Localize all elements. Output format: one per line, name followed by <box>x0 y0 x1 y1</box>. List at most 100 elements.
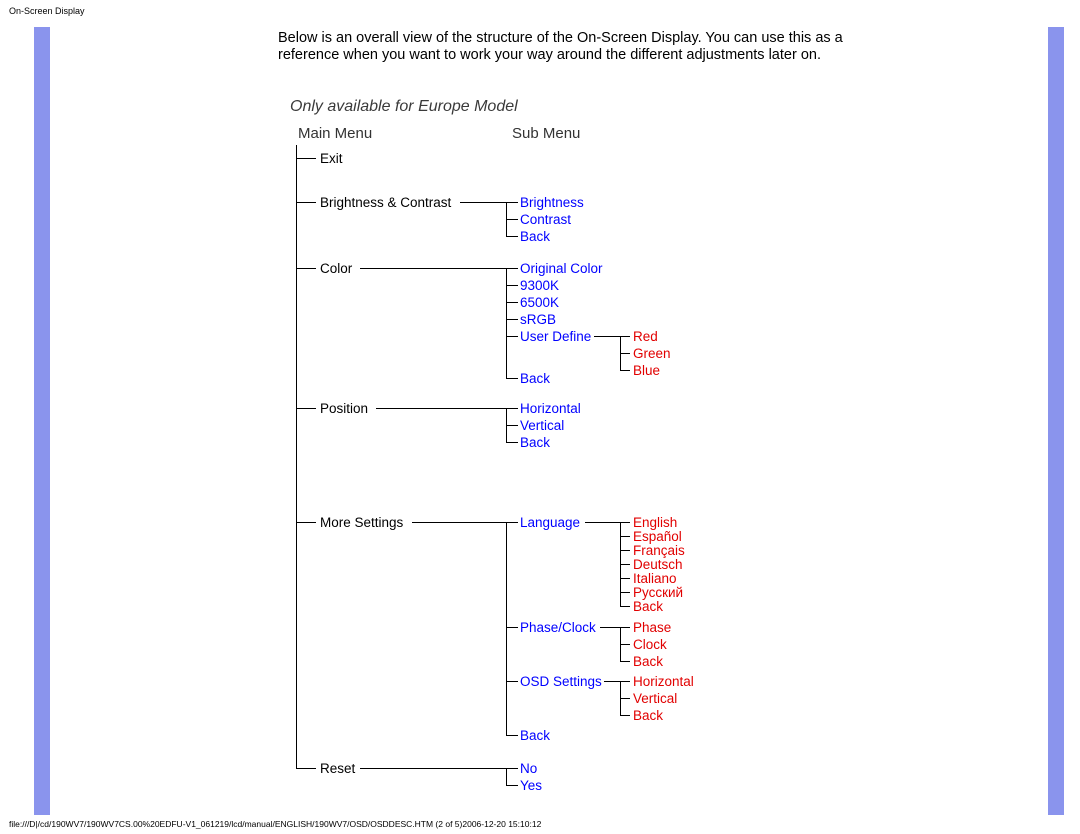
column-header-main: Main Menu <box>298 125 372 142</box>
tree-line <box>296 158 316 159</box>
menu-color: Color <box>320 261 352 276</box>
column-header-sub: Sub Menu <box>512 125 580 142</box>
tree-line <box>506 785 518 786</box>
tree-line <box>296 522 316 523</box>
osd-back: Back <box>633 708 663 723</box>
sub-blue: Blue <box>633 363 660 378</box>
sub-user-define: User Define <box>520 329 591 344</box>
footer-path: file:///D|/cd/190WV7/190WV7CS.00%20EDFU-… <box>9 819 541 829</box>
sub-9300k: 9300K <box>520 278 559 293</box>
tree-line <box>620 578 630 579</box>
tree-line <box>506 302 518 303</box>
tree-line <box>620 661 630 662</box>
tree-line <box>506 268 518 269</box>
sub-contrast: Contrast <box>520 212 571 227</box>
tree-line <box>506 768 518 769</box>
tree-line <box>604 681 620 682</box>
tree-line <box>506 425 518 426</box>
tree-line <box>296 268 316 269</box>
tree-line <box>620 715 630 716</box>
tree-line <box>506 408 518 409</box>
lang-russian: Русский <box>633 585 683 600</box>
sub-brightness: Brightness <box>520 195 584 210</box>
left-accent-bar <box>34 27 50 815</box>
sub-back: Back <box>520 371 550 386</box>
lang-espanol: Español <box>633 529 682 544</box>
menu-brightness-contrast: Brightness & Contrast <box>320 195 451 210</box>
tree-line <box>620 353 630 354</box>
model-note: Only available for Europe Model <box>290 98 518 116</box>
tree-line <box>506 319 518 320</box>
sub-yes: Yes <box>520 778 542 793</box>
tree-line <box>506 627 518 628</box>
sub-srgb: sRGB <box>520 312 556 327</box>
sub-osd-settings: OSD Settings <box>520 674 602 689</box>
intro-text: Below is an overall view of the structur… <box>278 30 843 65</box>
tree-line <box>506 285 518 286</box>
menu-reset: Reset <box>320 761 355 776</box>
sub-back: Back <box>520 435 550 450</box>
osd-vertical: Vertical <box>633 691 677 706</box>
tree-line <box>506 442 518 443</box>
sub-phase-clock: Phase/Clock <box>520 620 596 635</box>
tree-line <box>620 522 630 523</box>
tree-line <box>360 268 506 269</box>
tree-line <box>296 408 316 409</box>
lang-deutsch: Deutsch <box>633 557 683 572</box>
tree-line <box>360 768 506 769</box>
tree-line <box>506 681 518 682</box>
tree-line <box>296 145 297 768</box>
tree-line <box>412 522 506 523</box>
tree-line <box>620 550 630 551</box>
page: On-Screen Display Below is an overall vi… <box>0 0 1080 834</box>
tree-line <box>620 681 630 682</box>
sub-original-color: Original Color <box>520 261 603 276</box>
tree-line <box>506 522 518 523</box>
tree-line <box>506 735 518 736</box>
tree-line <box>376 408 506 409</box>
tree-line <box>296 768 316 769</box>
pc-back: Back <box>633 654 663 669</box>
sub-green: Green <box>633 346 671 361</box>
sub-back: Back <box>520 728 550 743</box>
right-accent-bar <box>1048 27 1064 815</box>
tree-line <box>620 627 630 628</box>
lang-francais: Français <box>633 543 685 558</box>
tree-line <box>296 202 316 203</box>
pc-clock: Clock <box>633 637 667 652</box>
lang-back: Back <box>633 599 663 614</box>
menu-position: Position <box>320 401 368 416</box>
menu-more-settings: More Settings <box>320 515 403 530</box>
tree-line <box>506 202 518 203</box>
sub-no: No <box>520 761 537 776</box>
sub-horizontal: Horizontal <box>520 401 581 416</box>
sub-6500k: 6500K <box>520 295 559 310</box>
tree-line <box>460 202 506 203</box>
lang-english: English <box>633 515 677 530</box>
tree-line <box>506 768 507 785</box>
sub-red: Red <box>633 329 658 344</box>
page-title: On-Screen Display <box>9 6 85 16</box>
tree-line <box>506 378 518 379</box>
tree-line <box>506 219 518 220</box>
tree-line <box>506 336 518 337</box>
tree-line <box>620 536 630 537</box>
sub-back: Back <box>520 229 550 244</box>
tree-line <box>620 644 630 645</box>
tree-line <box>620 370 630 371</box>
tree-line <box>620 606 630 607</box>
menu-exit: Exit <box>320 151 343 166</box>
tree-line <box>600 627 620 628</box>
tree-line <box>620 698 630 699</box>
tree-line <box>620 564 630 565</box>
tree-line <box>620 592 630 593</box>
lang-italiano: Italiano <box>633 571 677 586</box>
tree-line <box>594 336 620 337</box>
tree-line <box>506 236 518 237</box>
tree-line <box>585 522 620 523</box>
osd-horizontal: Horizontal <box>633 674 694 689</box>
sub-vertical: Vertical <box>520 418 564 433</box>
tree-line <box>506 522 507 735</box>
tree-line <box>620 336 630 337</box>
pc-phase: Phase <box>633 620 671 635</box>
